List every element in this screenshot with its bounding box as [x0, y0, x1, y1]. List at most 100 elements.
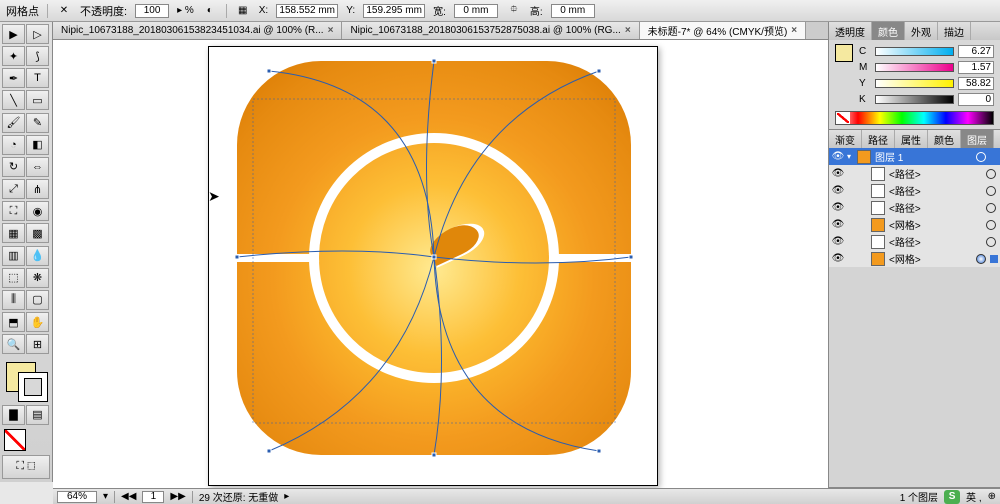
- layer-row[interactable]: 👁 <网格>: [829, 216, 1000, 233]
- shape-builder-tool[interactable]: ◉: [26, 201, 49, 221]
- opacity-stepper[interactable]: ▸ %: [177, 5, 194, 16]
- symbol-sprayer-tool[interactable]: ❋: [26, 268, 49, 288]
- free-transform-tool[interactable]: ⛶: [2, 201, 25, 221]
- convert-anchor-icon[interactable]: ✕: [56, 3, 72, 19]
- tab-swatches[interactable]: 颜色: [928, 130, 961, 148]
- tab-doc-3[interactable]: 未标题-7* @ 64% (CMYK/预览)×: [640, 22, 806, 39]
- tab-doc-1[interactable]: Nipic_10673188_20180306153823451034.ai @…: [53, 22, 342, 39]
- layer-row[interactable]: 👁 <网格>: [829, 250, 1000, 267]
- visibility-icon[interactable]: 👁: [831, 151, 845, 162]
- w-input[interactable]: [454, 4, 498, 18]
- layer-row[interactable]: 👁 <路径>: [829, 165, 1000, 182]
- tab-layers[interactable]: 图层: [961, 130, 994, 148]
- transform-icon[interactable]: ▦: [235, 3, 251, 19]
- none-mode-icon[interactable]: [4, 429, 26, 451]
- print-tiling-tool[interactable]: ⊞: [26, 334, 49, 354]
- eyedropper-tool[interactable]: 💧: [26, 246, 49, 266]
- opacity-input[interactable]: [135, 4, 169, 18]
- rectangle-tool[interactable]: ▭: [26, 90, 49, 110]
- target-icon[interactable]: [986, 220, 996, 230]
- spectrum-bar[interactable]: [835, 111, 994, 125]
- disclosure-icon[interactable]: ▾: [847, 152, 855, 161]
- x-input[interactable]: [276, 4, 338, 18]
- rotate-tool[interactable]: ↻: [2, 157, 25, 177]
- gradient-tool[interactable]: ▥: [2, 246, 25, 266]
- k-value[interactable]: 0: [958, 93, 994, 106]
- close-icon[interactable]: ×: [791, 25, 797, 36]
- c-slider[interactable]: [875, 47, 954, 56]
- ime-lang[interactable]: 英 ,: [966, 489, 982, 504]
- layer-row[interactable]: 👁 <路径>: [829, 199, 1000, 216]
- target-icon[interactable]: [986, 203, 996, 213]
- close-icon[interactable]: ×: [625, 25, 631, 36]
- close-icon[interactable]: ×: [328, 25, 334, 36]
- y-value[interactable]: 58.82: [958, 77, 994, 90]
- tab-appearance[interactable]: 外观: [905, 22, 938, 40]
- column-graph-tool[interactable]: ⫼: [2, 290, 25, 310]
- pen-tool[interactable]: ✒: [2, 68, 25, 88]
- zoom-tool[interactable]: 🔍: [2, 334, 25, 354]
- scale-tool[interactable]: ⤢: [2, 179, 25, 199]
- line-tool[interactable]: ╲: [2, 90, 25, 110]
- tab-gradient[interactable]: 渐变: [829, 130, 862, 148]
- layer-row[interactable]: 👁 <路径>: [829, 182, 1000, 199]
- layer-row[interactable]: 👁 <路径>: [829, 233, 1000, 250]
- visibility-icon[interactable]: 👁: [831, 219, 845, 230]
- visibility-icon[interactable]: 👁: [831, 253, 845, 264]
- artboard-nav-next[interactable]: ▶▶: [170, 491, 185, 502]
- visibility-icon[interactable]: 👁: [831, 168, 845, 179]
- screen-mode-icon[interactable]: ⛶ ⬚: [2, 455, 50, 479]
- c-value[interactable]: 6.27: [958, 45, 994, 58]
- type-tool[interactable]: T: [26, 68, 49, 88]
- perspective-tool[interactable]: ▦: [2, 223, 25, 243]
- visibility-icon[interactable]: 👁: [831, 185, 845, 196]
- status-menu-icon[interactable]: ▸: [284, 491, 289, 502]
- blob-brush-tool[interactable]: ◔: [2, 135, 25, 155]
- recolor-icon[interactable]: ◐: [202, 3, 218, 19]
- ime-options-icon[interactable]: ⊕: [988, 491, 996, 502]
- tab-attributes[interactable]: 属性: [895, 130, 928, 148]
- slice-tool[interactable]: ⬒: [2, 312, 25, 332]
- selection-tool[interactable]: ▶: [2, 24, 25, 44]
- color-mode-icon[interactable]: ▇: [2, 405, 25, 425]
- m-slider[interactable]: [875, 63, 954, 72]
- target-icon[interactable]: [986, 186, 996, 196]
- reflect-tool[interactable]: ⇔: [26, 157, 49, 177]
- hand-tool[interactable]: ✋: [26, 312, 49, 332]
- tab-transparency[interactable]: 透明度: [829, 22, 872, 40]
- lasso-tool[interactable]: ⟆: [26, 46, 49, 66]
- tab-stroke[interactable]: 描边: [938, 22, 971, 40]
- tab-color[interactable]: 颜色: [872, 22, 905, 40]
- m-value[interactable]: 1.57: [958, 61, 994, 74]
- visibility-icon[interactable]: 👁: [831, 202, 845, 213]
- target-icon[interactable]: [976, 152, 986, 162]
- width-tool[interactable]: ⋔: [26, 179, 49, 199]
- zoom-input[interactable]: [57, 491, 97, 503]
- artboard-input[interactable]: [142, 491, 164, 503]
- gradient-mode-icon[interactable]: ▤: [26, 405, 49, 425]
- eraser-tool[interactable]: ◧: [26, 135, 49, 155]
- target-icon[interactable]: [986, 237, 996, 247]
- y-slider[interactable]: [875, 79, 954, 88]
- paintbrush-tool[interactable]: 🖌: [2, 113, 25, 133]
- pencil-tool[interactable]: ✎: [26, 113, 49, 133]
- layer-row[interactable]: 👁 ▾ 图层 1: [829, 148, 1000, 165]
- zoom-stepper[interactable]: ▾: [103, 491, 108, 502]
- mesh-tool[interactable]: ▩: [26, 223, 49, 243]
- ime-icon[interactable]: S: [944, 490, 960, 504]
- link-wh-icon[interactable]: ⯐: [506, 3, 522, 19]
- tab-doc-2[interactable]: Nipic_10673188_20180306153752875038.ai @…: [342, 22, 639, 39]
- canvas[interactable]: ➤: [53, 40, 828, 488]
- y-input[interactable]: [363, 4, 425, 18]
- fill-swatch[interactable]: [835, 44, 853, 62]
- artboard-nav-prev[interactable]: ◀◀: [121, 491, 136, 502]
- target-icon[interactable]: [976, 254, 986, 264]
- magic-wand-tool[interactable]: ✦: [2, 46, 25, 66]
- visibility-icon[interactable]: 👁: [831, 236, 845, 247]
- h-input[interactable]: [551, 4, 595, 18]
- tab-pathfinder[interactable]: 路径: [862, 130, 895, 148]
- fill-stroke-swatch[interactable]: [2, 360, 50, 402]
- target-icon[interactable]: [986, 169, 996, 179]
- direct-selection-tool[interactable]: ▷: [26, 24, 49, 44]
- artboard-tool[interactable]: ▢: [26, 290, 49, 310]
